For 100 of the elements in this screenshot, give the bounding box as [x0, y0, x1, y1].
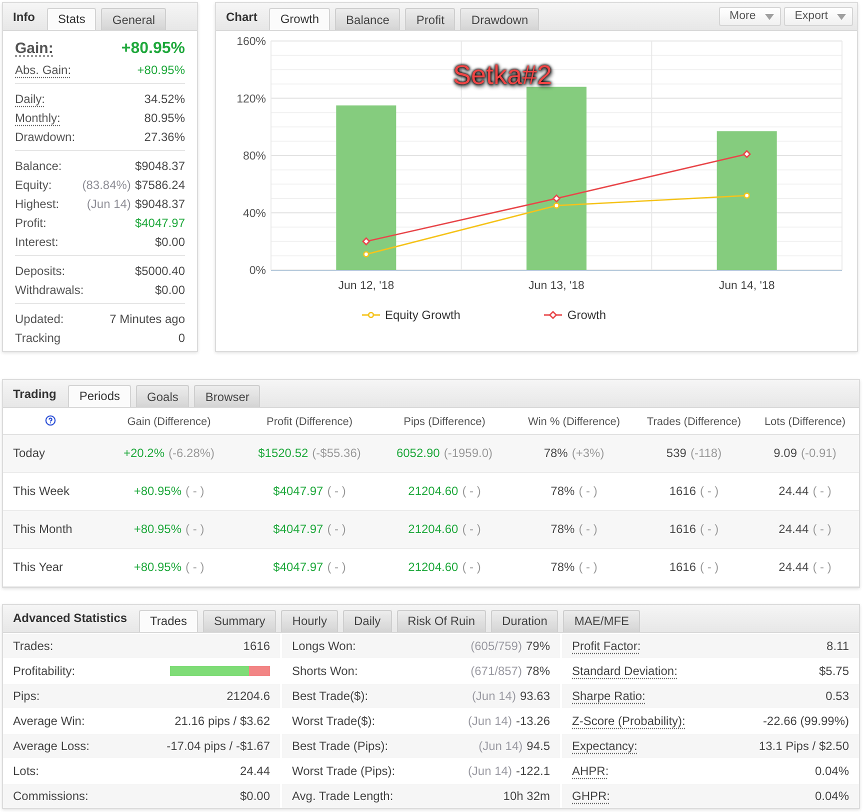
difference-value: ( - )	[462, 559, 481, 576]
stat-value: 21.16 pips / $3.62	[174, 712, 270, 730]
stat-note: (605/759)	[470, 638, 522, 654]
stat-label: Tracking	[15, 330, 61, 346]
stat-note: (Jun 14)	[86, 196, 131, 212]
difference-value: ( - )	[578, 521, 598, 538]
axis-label: 160%	[236, 36, 266, 48]
stat-note: (671/857)	[470, 662, 522, 680]
stat-label: Average Loss:	[13, 738, 90, 754]
legend-line-icon	[544, 311, 562, 319]
panel-title: Trading	[13, 386, 56, 402]
column-header: Pips (Difference)	[404, 416, 486, 428]
stat-label: Profit Factor:	[572, 638, 641, 654]
stat-value: 79%	[526, 638, 550, 654]
stat-label: Average Win:	[13, 712, 85, 730]
stat-value: $0.00	[240, 788, 270, 804]
stat-label: Withdrawals:	[15, 282, 84, 298]
tab[interactable]: Periods	[68, 385, 132, 407]
stat-label: Drawdown:	[15, 128, 76, 146]
tab[interactable]: Summary	[202, 610, 276, 632]
axis-label: Jun 12, '18	[338, 280, 394, 292]
stat-label: Commissions:	[13, 788, 88, 804]
stat-label: Trades:	[13, 638, 54, 654]
panel-title: Info	[13, 8, 35, 26]
stat-value: $5000.40	[134, 262, 185, 280]
tab[interactable]: MAE/MFE	[563, 610, 640, 632]
stat-note: (83.84%)	[82, 176, 131, 194]
panel-title: Chart	[226, 8, 258, 26]
stat-value: +80.95%	[137, 62, 185, 78]
stat-label: Z-Score (Probability):	[572, 712, 686, 730]
stat-value: +80.95%	[134, 483, 182, 500]
tab[interactable]: Drawdown	[460, 8, 540, 30]
stat-note: (Jun 14)	[468, 762, 512, 780]
period-label: This Year	[13, 560, 64, 574]
tab[interactable]: Risk Of Ruin	[396, 610, 486, 632]
difference-value: ( - )	[186, 521, 204, 538]
stat-value: 24.44	[240, 762, 270, 780]
tab[interactable]: Trades	[139, 610, 198, 632]
caret-icon	[837, 14, 846, 20]
tab[interactable]: Profit	[405, 8, 456, 30]
stat-value: -22.66 (99.99%)	[762, 712, 849, 730]
stat-label: Expectancy:	[572, 738, 638, 754]
legend-line-icon	[362, 311, 380, 319]
stat-value: 78%	[544, 445, 568, 462]
stat-value: 539	[666, 445, 686, 462]
stat-value: $0.00	[154, 234, 185, 250]
tab[interactable]: Hourly	[281, 610, 338, 632]
axis-label: 0%	[249, 265, 266, 277]
stat-value: 6052.90	[396, 445, 440, 462]
difference-value: ( - )	[186, 559, 204, 576]
stat-note: (Jun 14)	[478, 738, 523, 754]
stat-value: 0.04%	[814, 762, 849, 780]
stat-value: $4047.97	[273, 483, 324, 500]
legend-label[interactable]: Equity Growth	[385, 306, 460, 324]
period-label: This Week	[13, 484, 70, 498]
stat-value: $7586.24	[134, 176, 185, 194]
dropdown-button[interactable]: Export	[784, 7, 853, 26]
stat-value: 24.44	[778, 483, 809, 500]
difference-value: ( - )	[578, 483, 598, 500]
stat-value: 78%	[526, 662, 550, 680]
stat-value: 13.1 Pips / $2.50	[758, 738, 849, 754]
tab[interactable]: Daily	[342, 610, 392, 632]
stat-label: Sharpe Ratio:	[572, 688, 646, 704]
stat-value: 1616	[669, 483, 696, 500]
stat-value: 21204.6	[226, 688, 270, 704]
data-point	[552, 194, 561, 203]
tab[interactable]: Duration	[491, 610, 558, 632]
caret-icon	[764, 14, 774, 20]
column-header: Gain (Difference)	[127, 416, 211, 428]
stat-value: 93.63	[520, 688, 550, 704]
stat-value: 34.52%	[144, 90, 185, 108]
stat-value: +80.95%	[134, 521, 182, 538]
difference-value: ( - )	[700, 483, 719, 500]
difference-value: ( - )	[327, 521, 346, 538]
stat-note: (Jun 14)	[468, 712, 512, 730]
tab[interactable]: Stats	[47, 8, 96, 30]
stat-value: 94.5	[526, 738, 550, 754]
axis-label: 40%	[242, 208, 266, 220]
stat-label: Monthly:	[15, 110, 60, 126]
stat-label: Gain:	[15, 38, 54, 59]
help-icon[interactable]	[44, 415, 56, 426]
legend-label[interactable]: Growth	[567, 306, 606, 324]
dropdown-button[interactable]: More	[718, 7, 781, 26]
difference-value: ( - )	[462, 483, 481, 500]
difference-value: ( - )	[462, 521, 481, 538]
tab[interactable]: Browser	[194, 385, 260, 407]
stat-label: Best Trade (Pips):	[292, 738, 388, 754]
difference-value: ( - )	[812, 559, 832, 576]
stat-value: $0.00	[154, 282, 185, 298]
stat-label: Highest:	[15, 196, 60, 212]
column-header: Win % (Difference)	[528, 416, 620, 428]
stat-value: 0	[178, 330, 185, 346]
difference-value: (-0.91)	[801, 445, 836, 462]
column-header: Trades (Difference)	[646, 416, 742, 428]
tab[interactable]: Growth	[269, 8, 330, 30]
stat-label: Abs. Gain:	[15, 62, 72, 78]
tab[interactable]: Balance	[335, 8, 400, 30]
panel-title: Advanced Statistics	[13, 610, 128, 627]
tab[interactable]: General	[101, 8, 166, 30]
tab[interactable]: Goals	[136, 385, 190, 407]
